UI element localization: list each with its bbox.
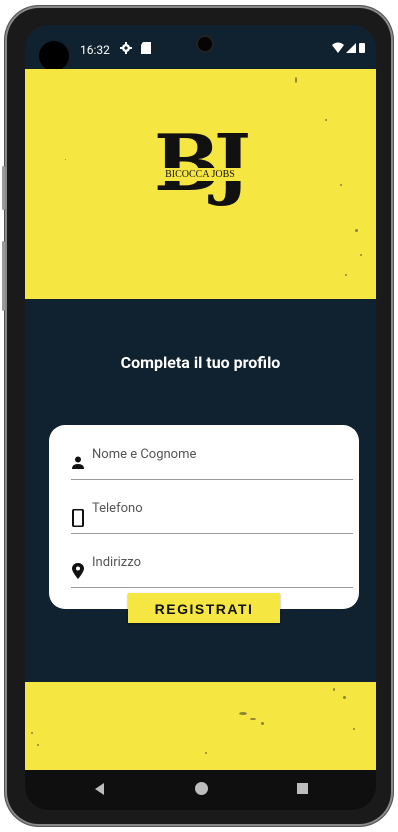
power-button bbox=[2, 241, 5, 311]
battery-icon bbox=[359, 43, 365, 53]
signal-icon bbox=[346, 43, 356, 53]
wifi-icon bbox=[332, 42, 344, 53]
register-button[interactable]: REGISTRATI bbox=[128, 593, 280, 623]
phone-field[interactable]: Telefono bbox=[71, 487, 353, 534]
status-bar: 16:32 bbox=[25, 25, 376, 71]
profile-form-card: Nome e Cognome Telefono Indirizzo bbox=[49, 425, 359, 609]
footer-banner bbox=[25, 682, 376, 770]
back-triangle-icon[interactable] bbox=[95, 783, 104, 795]
name-field[interactable]: Nome e Cognome bbox=[71, 433, 353, 480]
phone-placeholder: Telefono bbox=[92, 501, 143, 516]
sd-card-icon bbox=[141, 42, 151, 57]
smartphone-icon bbox=[71, 508, 85, 528]
address-placeholder: Indirizzo bbox=[92, 555, 141, 570]
home-circle-icon[interactable] bbox=[195, 782, 208, 795]
status-time: 16:32 bbox=[80, 43, 110, 57]
gear-icon bbox=[120, 42, 132, 57]
system-nav-bar bbox=[25, 770, 376, 810]
camera-cutout bbox=[39, 41, 69, 71]
volume-button bbox=[2, 166, 5, 210]
logo-name: BICOCCA JOBS bbox=[150, 168, 250, 181]
page-title: Completa il tuo profilo bbox=[120, 353, 281, 372]
status-right-icons bbox=[332, 42, 366, 57]
location-pin-icon bbox=[71, 563, 85, 579]
recents-square-icon[interactable] bbox=[297, 783, 308, 794]
app-screen: 16:32 BJ BICOCCA JOBS Completa il tuo pr… bbox=[25, 25, 376, 810]
person-icon bbox=[71, 455, 85, 471]
app-logo: BJ BICOCCA JOBS bbox=[150, 125, 260, 223]
logo-monogram: BJ bbox=[154, 118, 251, 209]
name-placeholder: Nome e Cognome bbox=[92, 447, 197, 462]
front-camera bbox=[198, 37, 212, 51]
address-field[interactable]: Indirizzo bbox=[71, 541, 353, 588]
